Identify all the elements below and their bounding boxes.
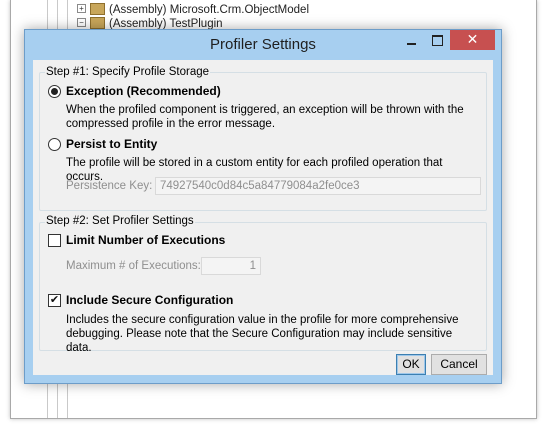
tree-item-label: (Assembly) Microsoft.Crm.ObjectModel — [109, 4, 310, 16]
assembly-icon — [90, 2, 105, 15]
limit-executions-label[interactable]: Limit Number of Executions — [66, 233, 225, 247]
ok-button[interactable]: OK — [396, 354, 426, 375]
limit-executions-checkbox[interactable] — [48, 234, 61, 247]
cancel-button[interactable]: Cancel — [431, 354, 487, 375]
title-bar[interactable]: Profiler Settings ✕ — [25, 30, 501, 60]
persist-entity-option-label[interactable]: Persist to Entity — [66, 137, 157, 151]
exception-option-label[interactable]: Exception (Recommended) — [66, 84, 221, 98]
close-button[interactable]: ✕ — [450, 30, 495, 50]
collapse-icon[interactable]: − — [77, 18, 86, 28]
maximize-button[interactable] — [424, 30, 450, 50]
secure-config-description: Includes the secure configuration value … — [66, 314, 459, 354]
secure-config-label[interactable]: Include Secure Configuration — [66, 293, 233, 307]
step1-legend: Step #1: Specify Profile Storage — [45, 66, 211, 78]
max-executions-label: Maximum # of Executions: — [66, 260, 201, 272]
secure-config-checkbox[interactable]: ✔ — [48, 294, 61, 307]
persistence-key-label: Persistence Key: — [66, 180, 153, 192]
exception-description: When the profiled component is triggered… — [66, 104, 464, 130]
close-icon: ✕ — [466, 31, 479, 47]
expand-icon[interactable]: + — [77, 4, 86, 14]
step2-legend: Step #2: Set Profiler Settings — [45, 215, 195, 227]
minimize-icon — [406, 42, 416, 45]
checkmark-icon: ✔ — [49, 294, 60, 306]
profiler-settings-dialog: Profiler Settings ✕ Step #1: Specify Pro… — [24, 29, 502, 384]
max-executions-input[interactable] — [201, 257, 261, 275]
tree-item-object-model[interactable]: + (Assembly) Microsoft.Crm.ObjectModel — [77, 2, 310, 17]
persistence-key-input[interactable] — [155, 177, 481, 195]
maximize-icon — [431, 35, 443, 47]
exception-radio[interactable] — [48, 85, 61, 98]
persist-entity-radio[interactable] — [48, 138, 61, 151]
minimize-button[interactable] — [398, 30, 424, 50]
assembly-icon — [90, 16, 105, 29]
dialog-body: Step #1: Specify Profile Storage Excepti… — [33, 60, 493, 375]
